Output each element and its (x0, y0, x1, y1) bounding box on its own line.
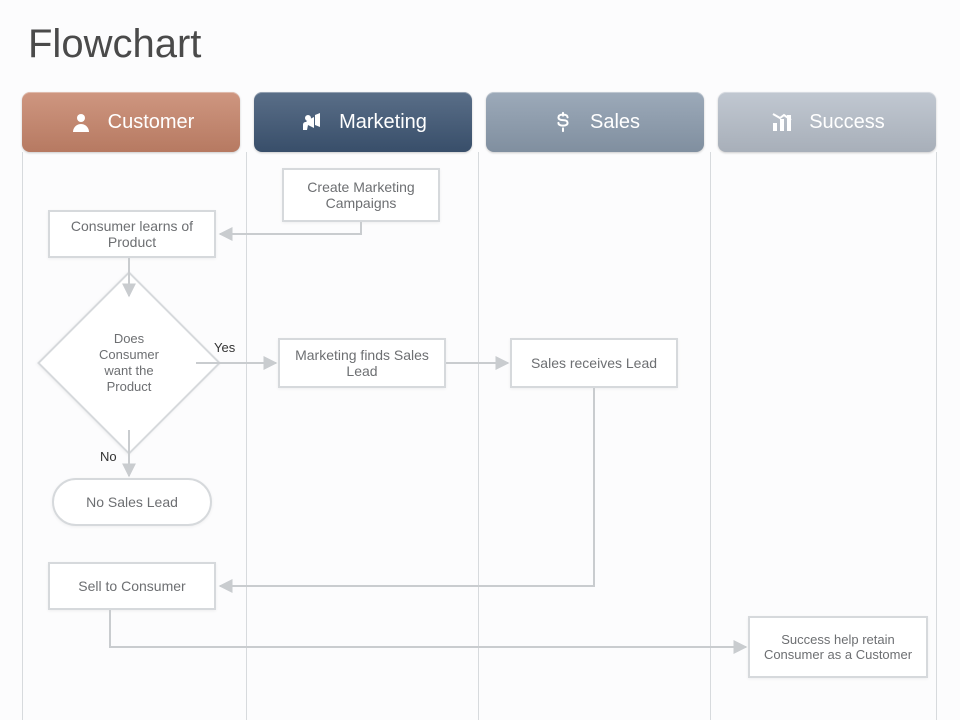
edge-receives-to-sell (220, 388, 594, 586)
lane-label: Success (809, 111, 885, 134)
lane-label: Marketing (339, 111, 427, 134)
lane-tab-sales: Sales (486, 92, 704, 152)
lane-divider (246, 152, 247, 720)
edge-sell-to-retain (110, 610, 746, 647)
node-sell-consumer: Sell to Consumer (48, 562, 216, 610)
lane-divider (710, 152, 711, 720)
node-finds-lead: Marketing finds Sales Lead (278, 338, 446, 388)
node-learns-product: Consumer learns of Product (48, 210, 216, 258)
user-icon (68, 109, 94, 135)
lane-label: Sales (590, 111, 640, 134)
edge-create-to-learns (220, 222, 361, 234)
lane-tab-customer: Customer (22, 92, 240, 152)
lane-label: Customer (108, 111, 195, 134)
megaphone-icon (299, 109, 325, 135)
node-decision: Does Consumer want the Product (64, 298, 194, 428)
node-receives-lead: Sales receives Lead (510, 338, 678, 388)
decision-label: Does Consumer want the Product (64, 298, 194, 428)
lane-divider (22, 152, 23, 720)
edge-label-no: No (100, 449, 117, 464)
page-title: Flowchart (28, 22, 201, 67)
lane-divider (936, 152, 937, 720)
node-retain-customer: Success help retain Consumer as a Custom… (748, 616, 928, 678)
dollar-icon (550, 109, 576, 135)
chart-icon (769, 109, 795, 135)
lane-tab-marketing: Marketing (254, 92, 472, 152)
lane-tab-success: Success (718, 92, 936, 152)
node-no-sales-lead: No Sales Lead (52, 478, 212, 526)
node-create-campaigns: Create Marketing Campaigns (282, 168, 440, 222)
edge-label-yes: Yes (214, 340, 235, 355)
flowchart-canvas: Flowchart Customer Marketing Sales Succe… (0, 0, 960, 720)
lane-divider (478, 152, 479, 720)
